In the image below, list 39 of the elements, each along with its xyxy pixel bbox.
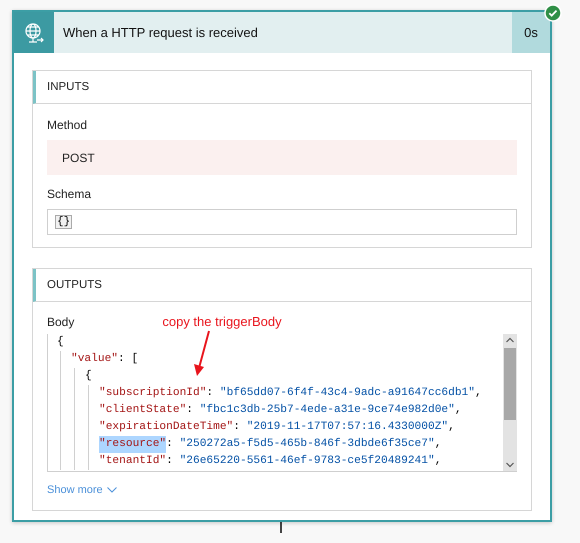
json-colon: :: [166, 454, 174, 469]
json-bracket: {: [85, 368, 92, 384]
json-comma: ,: [454, 403, 462, 418]
json-key: "clientState": [99, 402, 186, 419]
field-label: Schema: [47, 187, 92, 201]
json-key: "value": [71, 351, 118, 368]
json-colon: :: [233, 420, 241, 435]
section-header: OUTPUTS: [33, 269, 531, 302]
show-more-link[interactable]: Show more: [47, 484, 117, 496]
json-key: "resource": [99, 436, 166, 453]
json-comma: ,: [474, 386, 482, 401]
method-field: POST: [47, 140, 517, 175]
schema-field: {}: [47, 209, 517, 235]
globe-icon: [23, 22, 45, 44]
json-value: "bf65dd07-6f4f-43c4-9adc-a91647cc6db1": [220, 386, 475, 401]
json-colon: :: [118, 352, 126, 367]
field-label: Method: [47, 118, 88, 132]
duration-label: 0s: [512, 12, 550, 53]
field-label: Body: [47, 315, 74, 329]
section-header: INPUTS: [33, 71, 531, 104]
json-key: "expirationDateTime": [99, 419, 234, 436]
json-key: "subscriptionId": [99, 385, 206, 402]
json-key: "tenantId": [99, 453, 166, 470]
json-comma: ,: [448, 420, 455, 435]
chevron-down-icon: [106, 487, 117, 493]
json-colon: :: [206, 386, 214, 401]
json-value: "fbc1c3db-25b7-4ede-a31e-9ce74e982d0e": [200, 402, 455, 418]
json-comma: ,: [434, 437, 442, 452]
json-colon: :: [186, 403, 194, 418]
trigger-title: When a HTTP request is received: [54, 12, 512, 53]
json-value: "26e65220-5561-46ef-9783-ce5f20489241": [180, 454, 435, 469]
json-colon: :: [166, 437, 174, 452]
json-value: "2019-11-17T07:57:16.4330000Z": [246, 420, 448, 435]
annotation-text: copy the triggerBody: [162, 314, 282, 329]
scrollbar[interactable]: [503, 334, 517, 471]
json-bracket: [: [131, 352, 138, 367]
json-value: "250272a5-f5d5-465b-846f-3dbde6f35ce7": [180, 436, 435, 452]
json-bracket: {: [57, 334, 64, 350]
json-comma: ,: [434, 454, 442, 469]
